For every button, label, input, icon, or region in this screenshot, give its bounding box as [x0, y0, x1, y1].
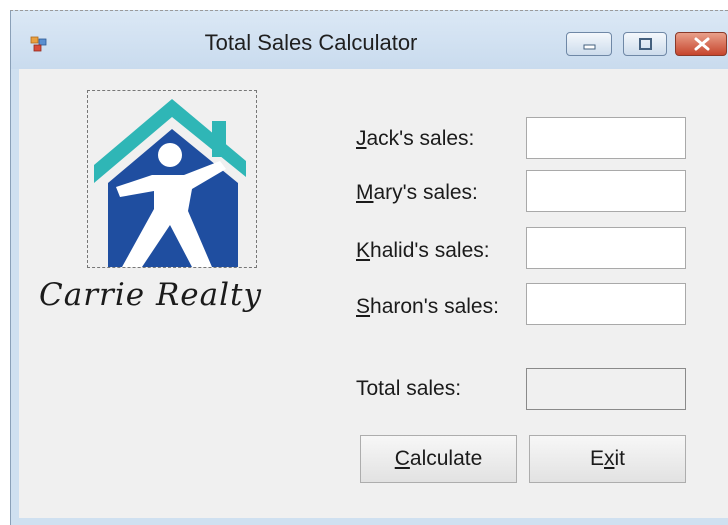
form-client-area: Carrie Realty Jack's sales: Mary's sales… — [19, 69, 728, 518]
calculate-button[interactable]: Calculate — [360, 435, 517, 483]
jacks-sales-input[interactable] — [526, 117, 686, 159]
khalids-sales-label: Khalid's sales: — [356, 239, 490, 262]
house-logo — [94, 99, 246, 267]
marys-sales-label: Mary's sales: — [356, 181, 478, 204]
logo-picture — [87, 90, 257, 268]
jacks-sales-label: Jack's sales: — [356, 127, 475, 150]
maximize-icon — [639, 38, 652, 50]
calculator-window: Total Sales Calculator Carrie Realty Jac… — [10, 10, 728, 525]
sharons-sales-input[interactable] — [526, 283, 686, 325]
khalids-sales-input[interactable] — [526, 227, 686, 269]
close-button[interactable] — [675, 32, 727, 56]
total-sales-label: Total sales: — [356, 377, 462, 400]
title-bar[interactable]: Total Sales Calculator — [11, 11, 728, 69]
window-title: Total Sales Calculator — [204, 30, 418, 55]
company-logo-text: Carrie Realty — [39, 277, 263, 313]
minimize-button[interactable] — [566, 32, 612, 56]
exit-button[interactable]: Ex it — [529, 435, 686, 483]
maximize-button[interactable] — [623, 32, 667, 56]
marys-sales-input[interactable] — [526, 170, 686, 212]
total-sales-output — [526, 368, 686, 410]
sharons-sales-label: Sharon's sales: — [356, 295, 499, 318]
minimize-icon — [583, 44, 596, 50]
close-icon — [694, 37, 710, 51]
